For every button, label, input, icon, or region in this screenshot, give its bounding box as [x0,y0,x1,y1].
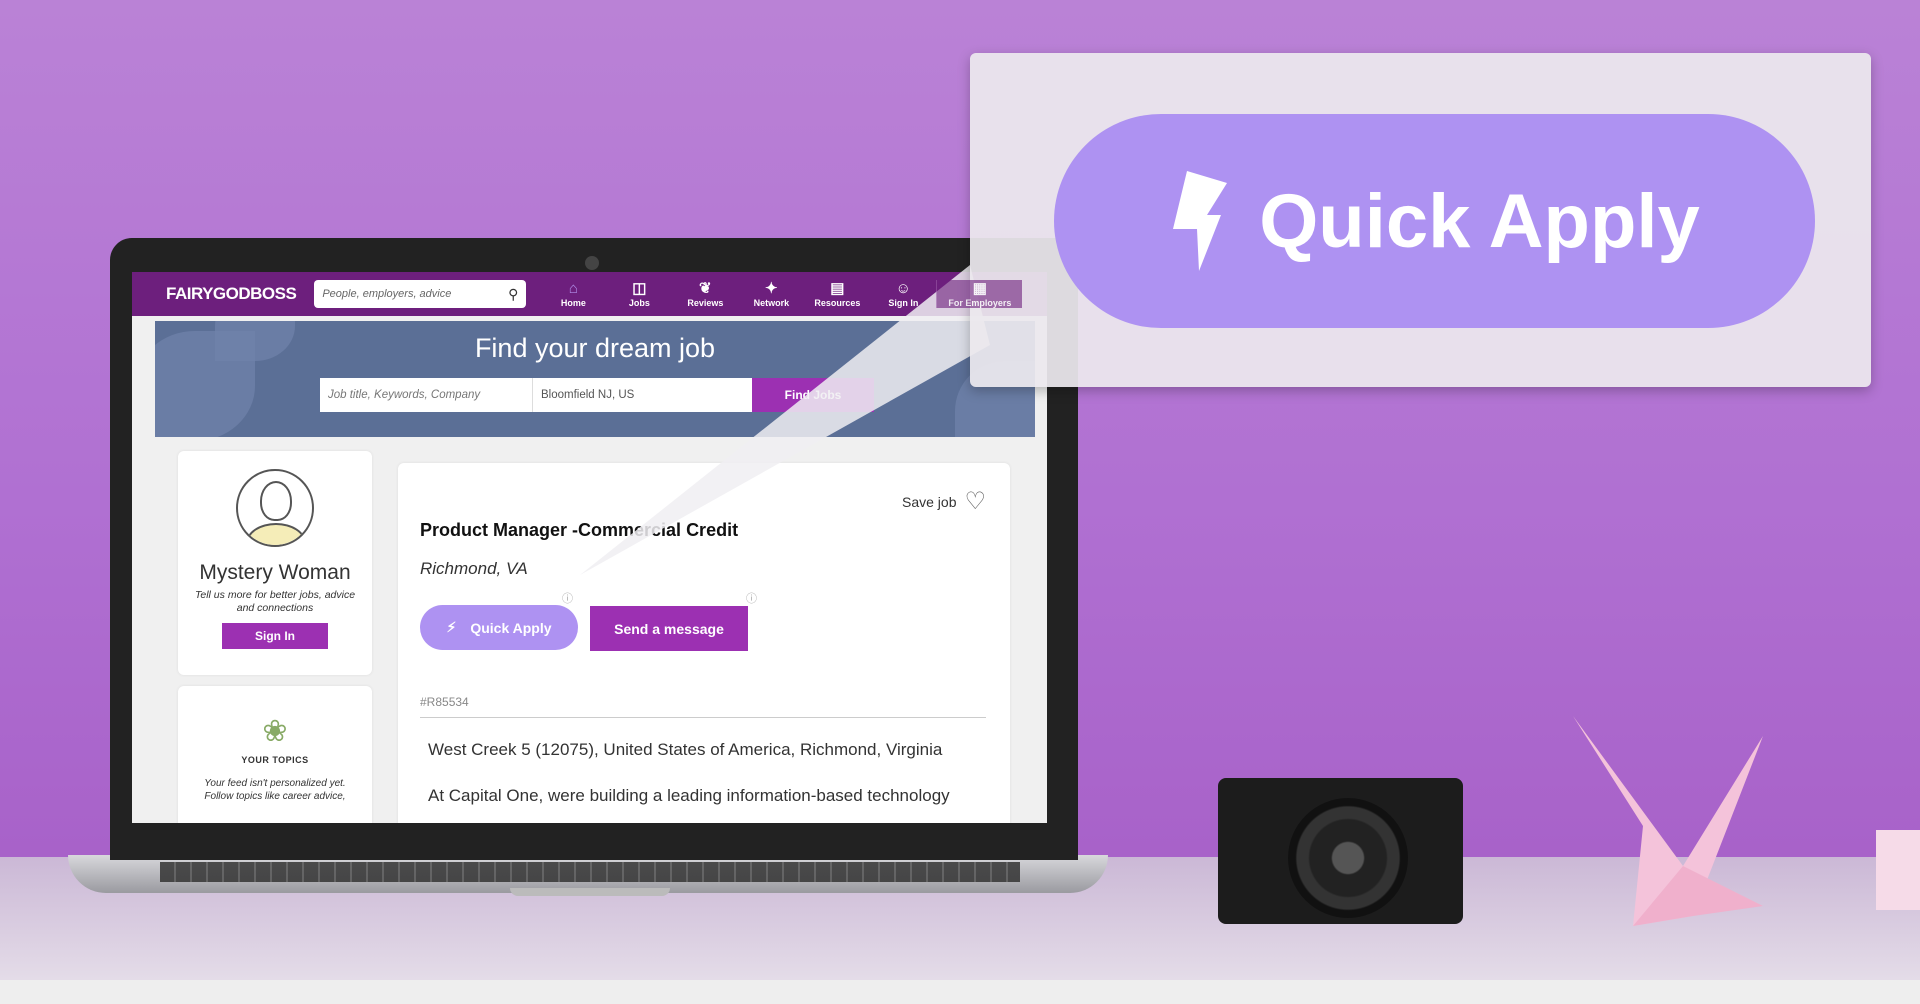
job-id: #R85534 [420,695,469,709]
save-job-button[interactable]: Save job ♡ [902,487,986,516]
user-icon: ☺ [895,280,911,297]
briefcase-icon: ◫ [632,280,647,297]
callout-quick-apply-button[interactable]: Quick Apply [1054,114,1815,328]
profile-card: Mystery Woman Tell us more for better jo… [178,451,372,675]
topics-text: Your feed isn't personalized yet. Follow… [204,778,346,802]
keyword-input[interactable]: Job title, Keywords, Company [320,378,533,412]
location-input[interactable]: Bloomfield NJ, US [533,378,752,412]
heart-icon: ♡ [964,488,986,515]
plant-icon: ❀ [262,715,288,748]
quick-apply-callout: Quick Apply [970,53,1871,387]
send-message-button[interactable]: Send a message [590,606,748,651]
job-address: West Creek 5 (12075), United States of A… [428,740,943,759]
nav-reviews[interactable]: ❦ Reviews [672,280,738,308]
hero-title: Find your dream job [474,333,716,363]
webcam [585,256,599,270]
job-card: Save job ♡ Product Manager -Commercial C… [398,463,1010,823]
logo[interactable]: FAIRYGODBOSS [166,284,297,304]
hero-banner: Find your dream job Job title, Keywords,… [155,321,1035,437]
profile-name: Mystery Woman [199,561,351,584]
divider [420,717,986,718]
nav-sign-in[interactable]: ☺ Sign In [870,280,936,308]
leaf-icon: ❦ [699,280,712,297]
info-icon[interactable]: ⓘ [746,590,757,606]
lightning-icon: ⚡︎ [446,619,457,635]
topics-card: ❀ YOUR TOPICS Your feed isn't personaliz… [178,686,372,823]
nav-jobs[interactable]: ◫ Jobs [606,280,672,308]
keyboard [160,862,1020,882]
nav-for-employers[interactable]: ▦ For Employers [936,280,1023,308]
book-icon: ▤ [830,280,845,297]
network-icon: ✦ [765,280,778,297]
job-description: At Capital One, were building a leading … [428,786,950,805]
nav-home[interactable]: ⌂ Home [540,280,606,308]
info-icon[interactable]: ⓘ [562,590,573,606]
search-icon[interactable]: ⚲ [508,286,518,303]
nav-network[interactable]: ✦ Network [738,280,804,308]
building-icon: ▦ [972,280,987,297]
job-title: Product Manager -Commercial Credit [420,520,739,540]
floor [0,980,1920,1004]
navbar: FAIRYGODBOSS People, employers, advice ⚲… [132,272,1047,316]
profile-tagline: Tell us more for better jobs, advice and… [194,589,356,614]
box [1876,830,1920,910]
sign-in-button[interactable]: Sign In [222,623,328,649]
job-location: Richmond, VA [420,559,528,578]
topics-title: YOUR TOPICS [241,755,309,765]
home-icon: ⌂ [568,280,578,297]
lightning-icon [1173,171,1228,271]
search-placeholder: People, employers, advice [322,288,452,300]
laptop-screen: FAIRYGODBOSS People, employers, advice ⚲… [132,272,1047,823]
avatar [236,469,314,547]
origami-crane [1573,716,1763,926]
camera [1218,778,1463,924]
nav-resources[interactable]: ▤ Resources [804,280,870,308]
search-input[interactable]: People, employers, advice ⚲ [314,280,527,308]
callout-label: Quick Apply [1259,178,1700,264]
find-jobs-button[interactable]: Find Jobs [752,378,874,412]
laptop-notch [510,888,670,896]
quick-apply-button[interactable]: ⚡︎ Quick Apply [420,605,578,650]
